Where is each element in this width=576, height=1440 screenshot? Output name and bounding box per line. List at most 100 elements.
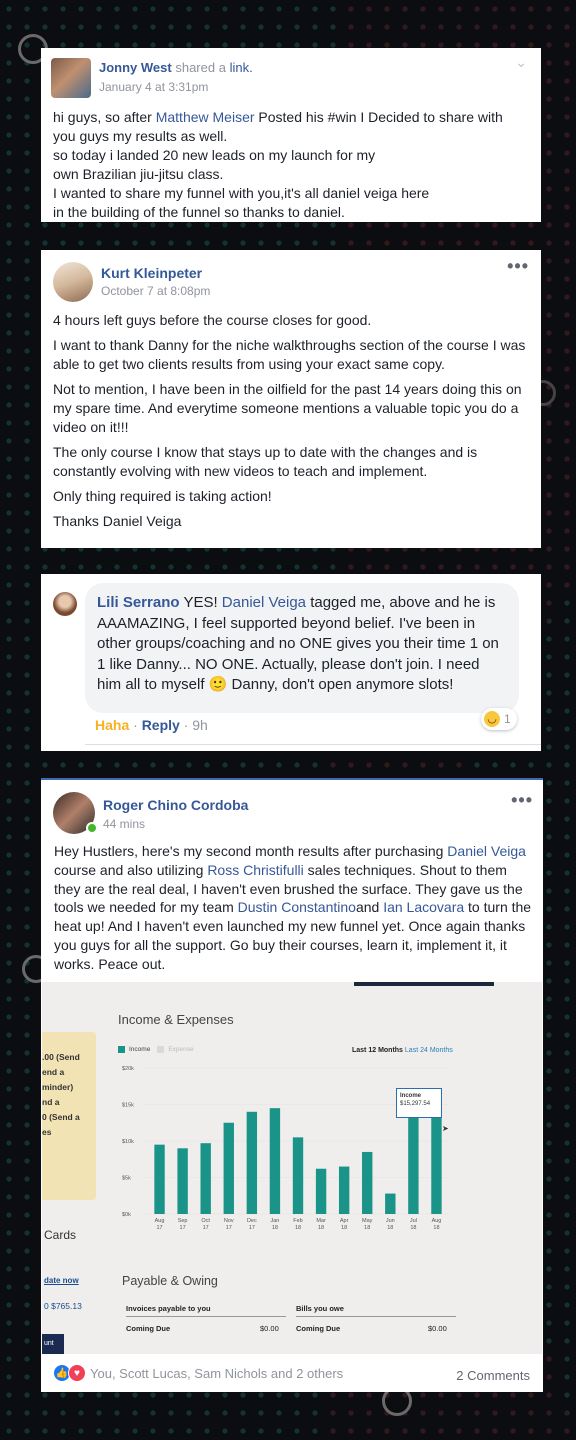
comment-actions: Haha · Reply · 9h: [95, 717, 208, 733]
invoices-due-amount: $0.00: [260, 1324, 279, 1333]
income-bar[interactable]: [315, 1168, 327, 1214]
online-status-dot: [86, 822, 98, 834]
post-line: I wanted to share my funnel with you,it'…: [53, 184, 537, 203]
mention-link[interactable]: Daniel Veiga: [222, 594, 306, 611]
y-tick-label: $20k: [122, 1066, 134, 1072]
left-panel-text: end a: [42, 1067, 65, 1077]
income-bar[interactable]: [177, 1148, 188, 1214]
income-bar[interactable]: [338, 1166, 350, 1214]
bills-due-amount: $0.00: [428, 1324, 447, 1333]
comments-count[interactable]: 2 Comments: [456, 1368, 530, 1383]
author-name[interactable]: Kurt Kleinpeter: [101, 265, 202, 281]
comment-bubble: Lili Serrano YES! Daniel Veiga tagged me…: [85, 583, 519, 713]
left-panel-text: minder): [42, 1082, 74, 1092]
post-time[interactable]: October 7 at 8:08pm: [101, 284, 210, 298]
mention-link[interactable]: Daniel Veiga: [447, 843, 526, 859]
post-text: and: [355, 899, 384, 916]
bills-title: Bills you owe: [296, 1304, 344, 1313]
slightly-smiling-emoji-icon: 🙂: [208, 676, 228, 693]
left-amount: 0 $765.13: [44, 1301, 82, 1311]
left-panel-text: nd a: [42, 1097, 60, 1107]
author-name[interactable]: Roger Chino Cordoba: [103, 797, 248, 813]
more-options-icon[interactable]: •••: [511, 790, 533, 811]
haha-emoji-icon: ◡: [484, 711, 500, 727]
income-bar[interactable]: [200, 1143, 211, 1214]
left-panel-text: 0 (Send a: [42, 1112, 80, 1122]
cards-label: Cards: [44, 1228, 77, 1242]
screen-bar: [354, 982, 494, 986]
income-bar[interactable]: [408, 1102, 419, 1214]
x-tick-label: 18: [295, 1225, 301, 1231]
mention-link[interactable]: Ian Lacovara: [383, 899, 464, 915]
post-paragraph: 4 hours left guys before the course clos…: [53, 312, 372, 328]
reactions-summary[interactable]: 👍 ♥ You, Scott Lucas, Sam Nichols and 2 …: [53, 1364, 343, 1382]
x-tick-label: 17: [180, 1225, 186, 1231]
tooltip-value: $15,297.54: [400, 1101, 431, 1107]
x-tick-label: 18: [341, 1225, 347, 1231]
x-tick-label: 18: [433, 1225, 439, 1231]
post-line: hi guys, so after Matthew Meiser Posted …: [53, 108, 537, 127]
post-text: Hey Hustlers, here's my second month res…: [54, 843, 448, 859]
x-tick-label: 17: [203, 1225, 209, 1231]
income-bar[interactable]: [292, 1137, 304, 1214]
post-line: so today i landed 20 new leads on my lau…: [53, 146, 537, 165]
avatar[interactable]: [53, 262, 93, 302]
reaction-count: 1: [504, 712, 511, 726]
post-body: hi guys, so after Matthew Meiser Posted …: [53, 108, 537, 222]
author-name[interactable]: Jonny West: [99, 60, 172, 75]
payable-title: Payable & Owing: [122, 1274, 218, 1288]
post-paragraph: The only course I know that stays up to …: [53, 444, 478, 479]
cursor-icon: ➤: [442, 1124, 449, 1133]
haha-reaction-label[interactable]: Haha: [95, 717, 129, 733]
post-card-kurt-kleinpeter: Kurt Kleinpeter October 7 at 8:08pm ••• …: [41, 250, 541, 548]
x-tick-label: 18: [318, 1225, 324, 1231]
income-bar[interactable]: [269, 1108, 281, 1214]
post-text: you guys my results as well.: [53, 128, 228, 144]
comment-time[interactable]: 9h: [192, 717, 208, 733]
income-bar[interactable]: [154, 1144, 165, 1214]
comment-author[interactable]: Lili Serrano: [97, 594, 180, 611]
income-bar[interactable]: [223, 1122, 234, 1214]
income-bar[interactable]: [431, 1105, 442, 1214]
love-icon: ♥: [68, 1364, 86, 1382]
post-paragraph: I want to thank Danny for the niche walk…: [53, 337, 526, 372]
mention-link[interactable]: Ross Christifulli: [207, 862, 303, 878]
reply-button[interactable]: Reply: [142, 717, 180, 733]
income-bar[interactable]: [246, 1111, 258, 1214]
post-line: you guys my results as well.: [53, 127, 537, 146]
post-paragraph: Only thing required is taking action!: [53, 488, 272, 504]
update-link: date now: [44, 1276, 79, 1285]
shared-link[interactable]: link.: [230, 60, 253, 75]
income-bar[interactable]: [385, 1193, 396, 1214]
mention-link[interactable]: Dustin Constantino: [238, 899, 356, 915]
y-tick-label: $0k: [122, 1212, 131, 1218]
reaction-count-badge[interactable]: ◡ 1: [481, 708, 517, 730]
y-tick-label: $5k: [122, 1176, 131, 1182]
x-tick-label: Feb: [293, 1218, 302, 1224]
post-photo[interactable]: .00 (Send end a minder) nd a 0 (Send a es Car…: [42, 982, 542, 1354]
post-paragraph: Not to mention, I have been in the oilfi…: [53, 381, 522, 435]
chevron-down-icon[interactable]: ⌄: [515, 54, 527, 71]
post-line: in the building of the funnel so thanks …: [53, 203, 537, 222]
reactions-text[interactable]: You, Scott Lucas, Sam Nichols and 2 othe…: [90, 1366, 343, 1381]
post-text: own Brazilian jiu-jitsu class.: [53, 166, 224, 182]
x-tick-label: 18: [410, 1225, 416, 1231]
post-line: own Brazilian jiu-jitsu class.: [53, 165, 537, 184]
coming-due-bills: Coming Due: [296, 1324, 341, 1333]
post-body: 4 hours left guys before the course clos…: [53, 311, 533, 537]
divider: [126, 1316, 286, 1317]
income-bar[interactable]: [362, 1151, 373, 1214]
post-time[interactable]: 44 mins: [103, 817, 145, 831]
post-time[interactable]: January 4 at 3:31pm: [99, 80, 208, 94]
avatar[interactable]: [53, 592, 77, 616]
avatar[interactable]: [51, 58, 91, 98]
x-tick-label: 18: [364, 1225, 370, 1231]
post-card-jonny-west: Jonny West shared a link. January 4 at 3…: [41, 48, 541, 222]
income-expenses-panel: Income & Expenses Income Expense Last 12…: [108, 1002, 458, 1240]
left-panel-text: .00 (Send: [42, 1052, 80, 1062]
comment-text-end: Danny, don't open anymore slots!: [227, 676, 454, 693]
income-bar-chart: $20k$15k$10k$5k$0kAug17Sep17Oct17Nov17De…: [122, 1066, 448, 1231]
more-options-icon[interactable]: •••: [507, 256, 529, 277]
mention-link[interactable]: Matthew Meiser: [156, 109, 255, 125]
tooltip-title: Income: [400, 1093, 422, 1099]
